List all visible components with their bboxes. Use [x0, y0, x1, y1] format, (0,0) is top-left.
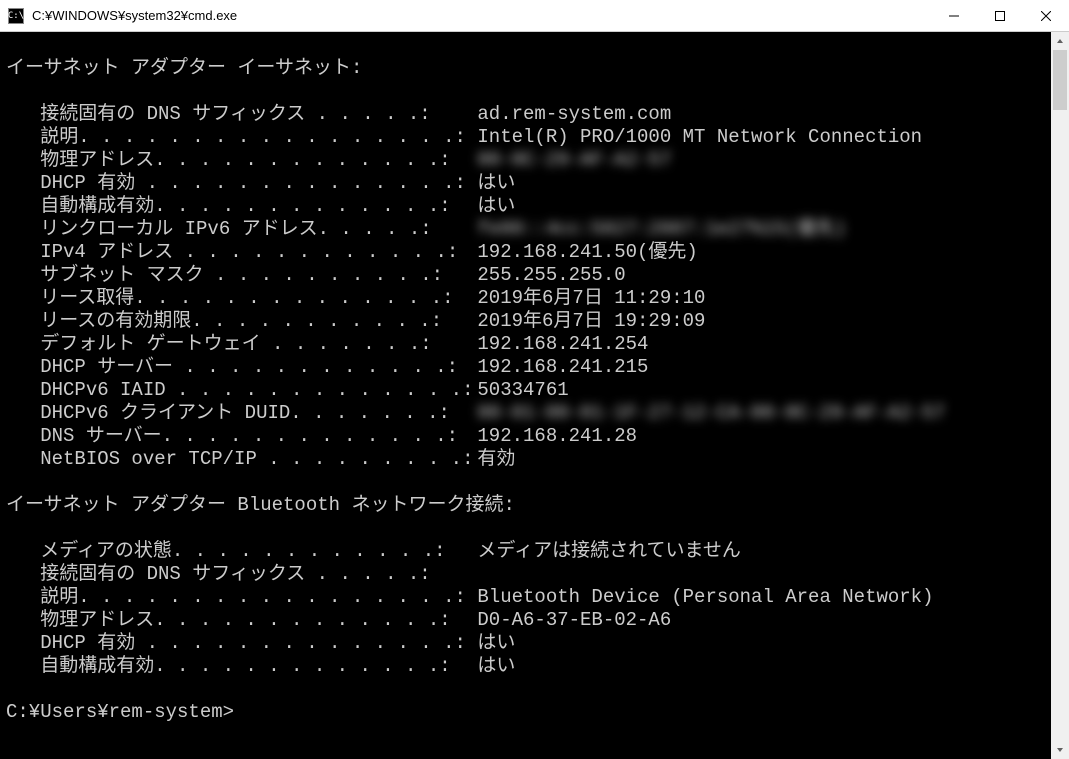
terminal-line: 自動構成有効. . . . . . . . . . . . .: はい [6, 195, 1051, 218]
terminal-line: DNS サーバー. . . . . . . . . . . . .: 192.1… [6, 425, 1051, 448]
terminal-line: サブネット マスク . . . . . . . . . .: 255.255.2… [6, 264, 1051, 287]
close-icon [1041, 11, 1051, 21]
terminal-line: 接続固有の DNS サフィックス . . . . .: ad.rem-syste… [6, 103, 1051, 126]
window-titlebar: C:\ C:¥WINDOWS¥system32¥cmd.exe [0, 0, 1069, 32]
scroll-down-button[interactable] [1051, 741, 1069, 759]
output-label: 接続固有の DNS サフィックス . . . . .: [6, 103, 466, 126]
terminal-container: イーサネット アダプター イーサネット: 接続固有の DNS サフィックス . … [0, 32, 1069, 759]
terminal-line: DHCP 有効 . . . . . . . . . . . . . .: はい [6, 632, 1051, 655]
output-value: 2019年6月7日 19:29:09 [466, 310, 705, 332]
cmd-icon: C:\ [8, 8, 24, 24]
output-value: はい [466, 632, 515, 654]
output-value: 255.255.255.0 [466, 264, 626, 286]
output-value: Bluetooth Device (Personal Area Network) [466, 586, 933, 608]
output-label: リース取得. . . . . . . . . . . . . .: [6, 287, 466, 310]
maximize-button[interactable] [977, 0, 1023, 32]
output-value: 00-01-00-01-1F-27-12-CA-00-0C-29-AF-A2-5… [466, 402, 945, 424]
output-value: メディアは接続されていません [466, 540, 741, 562]
output-label: DHCPv6 クライアント DUID. . . . . . .: [6, 402, 466, 425]
output-value: D0-A6-37-EB-02-A6 [466, 609, 671, 631]
terminal-output[interactable]: イーサネット アダプター イーサネット: 接続固有の DNS サフィックス . … [0, 32, 1051, 759]
output-value: はい [466, 195, 515, 217]
terminal-line [6, 471, 1051, 494]
chevron-down-icon [1056, 746, 1064, 754]
vertical-scrollbar[interactable] [1051, 32, 1069, 759]
output-label: DHCP 有効 . . . . . . . . . . . . . .: [6, 172, 466, 195]
output-value: 192.168.241.215 [466, 356, 648, 378]
terminal-line [6, 517, 1051, 540]
adapter-header: イーサネット アダプター Bluetooth ネットワーク接続: [6, 494, 515, 516]
terminal-line: DHCP サーバー . . . . . . . . . . . .: 192.1… [6, 356, 1051, 379]
terminal-line: C:¥Users¥rem-system> [6, 701, 1051, 724]
terminal-line: 説明. . . . . . . . . . . . . . . . .: Blu… [6, 586, 1051, 609]
output-label: 自動構成有効. . . . . . . . . . . . .: [6, 655, 466, 678]
terminal-line: NetBIOS over TCP/IP . . . . . . . . .: 有… [6, 448, 1051, 471]
output-value [466, 563, 477, 585]
adapter-header: イーサネット アダプター イーサネット: [6, 57, 362, 79]
output-value: 192.168.241.50(優先) [466, 241, 698, 263]
output-value: 192.168.241.254 [466, 333, 648, 355]
terminal-line: 接続固有の DNS サフィックス . . . . .: [6, 563, 1051, 586]
output-label: 接続固有の DNS サフィックス . . . . .: [6, 563, 466, 586]
output-label: DHCP 有効 . . . . . . . . . . . . . .: [6, 632, 466, 655]
output-value: Intel(R) PRO/1000 MT Network Connection [466, 126, 922, 148]
output-value: 2019年6月7日 11:29:10 [466, 287, 705, 309]
terminal-line: 自動構成有効. . . . . . . . . . . . .: はい [6, 655, 1051, 678]
output-value: 50334761 [466, 379, 569, 401]
output-label: DHCPv6 IAID . . . . . . . . . . . . .: [6, 379, 466, 402]
terminal-line: メディアの状態. . . . . . . . . . . .: メディアは接続さ… [6, 540, 1051, 563]
output-label: NetBIOS over TCP/IP . . . . . . . . .: [6, 448, 466, 471]
output-label: 自動構成有効. . . . . . . . . . . . .: [6, 195, 466, 218]
output-label: サブネット マスク . . . . . . . . . .: [6, 264, 466, 287]
terminal-line: IPv4 アドレス . . . . . . . . . . . .: 192.1… [6, 241, 1051, 264]
terminal-line: DHCPv6 IAID . . . . . . . . . . . . .: 5… [6, 379, 1051, 402]
terminal-line: リース取得. . . . . . . . . . . . . .: 2019年6… [6, 287, 1051, 310]
output-label: IPv4 アドレス . . . . . . . . . . . .: [6, 241, 466, 264]
window-title: C:¥WINDOWS¥system32¥cmd.exe [32, 8, 931, 23]
output-label: 説明. . . . . . . . . . . . . . . . .: [6, 586, 466, 609]
terminal-line: 物理アドレス. . . . . . . . . . . . .: D0-A6-3… [6, 609, 1051, 632]
close-button[interactable] [1023, 0, 1069, 32]
terminal-line: 説明. . . . . . . . . . . . . . . . .: Int… [6, 126, 1051, 149]
output-label: 物理アドレス. . . . . . . . . . . . .: [6, 609, 466, 632]
terminal-line: DHCPv6 クライアント DUID. . . . . . .: 00-01-0… [6, 402, 1051, 425]
terminal-line: DHCP 有効 . . . . . . . . . . . . . .: はい [6, 172, 1051, 195]
output-label: 物理アドレス. . . . . . . . . . . . .: [6, 149, 466, 172]
scrollbar-track[interactable] [1051, 50, 1069, 741]
chevron-up-icon [1056, 37, 1064, 45]
terminal-line [6, 678, 1051, 701]
output-value: はい [466, 172, 515, 194]
output-value: 有効 [466, 448, 515, 470]
output-value: はい [466, 655, 515, 677]
terminal-line: デフォルト ゲートウェイ . . . . . . .: 192.168.241.… [6, 333, 1051, 356]
output-label: メディアの状態. . . . . . . . . . . .: [6, 540, 466, 563]
command-prompt: C:¥Users¥rem-system> [6, 701, 234, 723]
window-controls [931, 0, 1069, 32]
output-label: デフォルト ゲートウェイ . . . . . . .: [6, 333, 466, 356]
output-label: リンクローカル IPv6 アドレス. . . . .: [6, 218, 466, 241]
output-label: リースの有効期限. . . . . . . . . . .: [6, 310, 466, 333]
terminal-line: リンクローカル IPv6 アドレス. . . . .: fe80::4cc:58… [6, 218, 1051, 241]
output-value: 00-0C-29-AF-A2-57 [466, 149, 671, 171]
output-value: ad.rem-system.com [466, 103, 671, 125]
terminal-line: 物理アドレス. . . . . . . . . . . . .: 00-0C-2… [6, 149, 1051, 172]
output-label: DHCP サーバー . . . . . . . . . . . .: [6, 356, 466, 379]
terminal-line: イーサネット アダプター Bluetooth ネットワーク接続: [6, 494, 1051, 517]
output-value: fe80::4cc:5827:2887:1e27%15(優先) [466, 218, 846, 240]
terminal-line: イーサネット アダプター イーサネット: [6, 57, 1051, 80]
terminal-line [6, 34, 1051, 57]
terminal-line: リースの有効期限. . . . . . . . . . .: 2019年6月7日… [6, 310, 1051, 333]
scrollbar-thumb[interactable] [1053, 50, 1067, 110]
maximize-icon [995, 11, 1005, 21]
output-value: 192.168.241.28 [466, 425, 637, 447]
terminal-line [6, 80, 1051, 103]
output-label: DNS サーバー. . . . . . . . . . . . .: [6, 425, 466, 448]
scroll-up-button[interactable] [1051, 32, 1069, 50]
minimize-icon [949, 11, 959, 21]
minimize-button[interactable] [931, 0, 977, 32]
output-label: 説明. . . . . . . . . . . . . . . . .: [6, 126, 466, 149]
